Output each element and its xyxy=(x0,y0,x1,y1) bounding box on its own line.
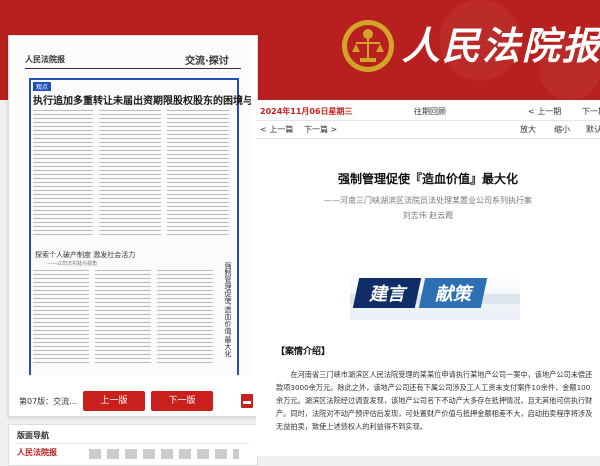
newspaper-section-name: 交流·探讨 xyxy=(185,56,229,67)
next-issue-link[interactable]: 下一期 > xyxy=(582,106,600,117)
text-column xyxy=(33,270,89,366)
article-subtitle: ——河南三门峡湖滨区法院员法处理某置业公司系列执行案 xyxy=(324,196,532,205)
prev-article-link[interactable]: < 上一篇 xyxy=(260,124,293,135)
newspaper-headline-2[interactable]: 探索个人破产制度 激发社会活力 xyxy=(35,250,135,260)
nav-logo[interactable]: 人民法院报 xyxy=(17,447,57,458)
newspaper-subheadline-2: ——以司法实践为视角 xyxy=(47,261,98,267)
divider xyxy=(25,68,241,69)
layout-nav-panel: 版面导航 人民法院报 xyxy=(8,424,258,466)
past-issues-link[interactable]: 往期回顾 xyxy=(414,106,446,117)
article-author: 刘志伟 赵云霞 xyxy=(402,211,454,220)
newspaper-headline[interactable]: 执行追加多重转让未届出资期限股权股东的困境与对策 xyxy=(33,92,251,107)
pdf-icon[interactable] xyxy=(241,394,253,408)
text-column xyxy=(167,110,229,236)
newspaper-masthead: 人民法院报 xyxy=(25,55,65,64)
article-panel: 2024年11月06日星期三 往期回顾 < 上一期 下一期 > < 上一篇 下一… xyxy=(256,100,600,456)
default-size-button[interactable]: 默认 xyxy=(586,124,600,135)
article-title: 强制管理促使『造血价值』最大化 xyxy=(337,172,518,186)
text-column xyxy=(33,110,93,236)
page-nav-bar: 第07版：交流… 上一版 下一版 xyxy=(15,388,253,414)
vertical-headline[interactable]: 强制管理促使'造血价值'最大化 xyxy=(220,262,232,357)
newspaper-page-image[interactable]: 人民法院报 交流·探讨 观点 执行追加多重转让未届出资期限股权股东的困境与对策 … xyxy=(15,40,251,375)
text-column xyxy=(157,270,213,366)
prev-issue-link[interactable]: < 上一期 xyxy=(528,106,561,117)
issue-date: 2024年11月06日星期三 xyxy=(260,107,353,116)
next-page-button[interactable]: 下一版 xyxy=(151,391,213,411)
page-thumbnail-panel: 人民法院报 交流·探讨 观点 执行追加多重转让未届出资期限股权股东的困境与对策 … xyxy=(8,35,258,417)
prev-page-button[interactable]: 上一版 xyxy=(83,391,145,411)
zoom-in-button[interactable]: 放大 xyxy=(520,124,536,135)
divider xyxy=(256,120,600,121)
page-label[interactable]: 第07版：交流… xyxy=(19,396,77,407)
court-emblem-icon xyxy=(342,20,394,72)
text-column xyxy=(95,270,151,366)
section-heading: 【案情介绍】 xyxy=(276,347,331,357)
article-body: 在河南省三门峡市湖滨区人民法院受理的某某位申请执行某地产公司一案中，该地产公司未… xyxy=(276,370,593,431)
article-tag: 观点 xyxy=(33,82,52,91)
divider xyxy=(17,443,249,444)
text-column xyxy=(99,110,161,236)
column-banner-image: 建言 献策 xyxy=(350,270,520,320)
next-article-link[interactable]: 下一篇 > xyxy=(304,124,337,135)
zoom-out-button[interactable]: 缩小 xyxy=(554,124,570,135)
divider xyxy=(256,138,600,139)
layout-nav-title: 版面导航 xyxy=(17,431,49,440)
masthead-title[interactable]: 人民法院报 xyxy=(402,22,600,70)
banner-text-2: 献策 xyxy=(435,284,471,305)
banner-text-1: 建言 xyxy=(369,284,405,305)
nav-thumbnails[interactable] xyxy=(89,449,239,459)
